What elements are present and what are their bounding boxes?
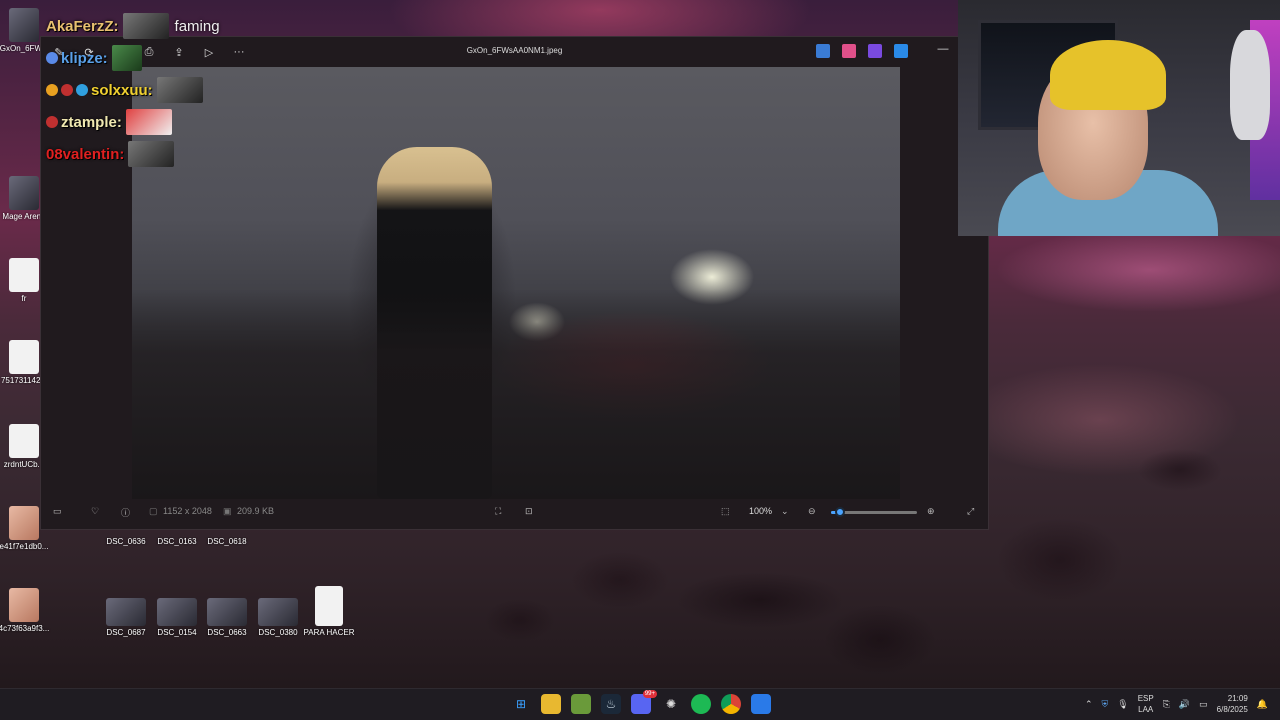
notifications-icon[interactable]: 🔔	[1257, 699, 1268, 710]
actual-size-icon[interactable]: ⬚	[721, 506, 730, 517]
info-icon[interactable]: ⓘ	[121, 506, 130, 519]
viewer-app-shortcuts	[816, 44, 908, 58]
photos-app-icon[interactable]	[751, 694, 771, 714]
zoom-level-dropdown[interactable]: 100%	[749, 506, 772, 516]
image-file-icon	[9, 8, 39, 42]
streamer-webcam	[958, 0, 1280, 236]
designer-icon[interactable]	[816, 44, 830, 58]
emote-image	[111, 45, 142, 71]
battery-icon[interactable]: ▭	[1199, 699, 1208, 710]
chat-username: klipze:	[61, 49, 108, 67]
file-size-icon: ▣	[223, 506, 232, 516]
document-icon	[9, 258, 39, 292]
photo-crowd	[132, 289, 900, 499]
stream-chat-overlay: AkaFerzZ: faming klipze: solxxuu: ztampl…	[46, 10, 220, 170]
image-thumbnail-icon	[106, 598, 146, 626]
steam-icon[interactable]: ♨	[601, 694, 621, 714]
network-icon[interactable]: ⎘	[1163, 699, 1170, 710]
chat-username: ztample:	[61, 113, 122, 131]
fit-to-window-icon[interactable]: ⛶	[495, 506, 501, 517]
taskbar-apps: ⊞ ♨ 99+ ✺	[511, 690, 771, 714]
discord-icon[interactable]: 99+	[631, 690, 657, 714]
desktop-file-dsc0618[interactable]: DSC_0618	[197, 535, 257, 546]
volume-icon[interactable]: 🔊	[1179, 699, 1190, 710]
chrome-icon[interactable]	[721, 694, 741, 714]
emote-image	[125, 109, 172, 135]
filmstrip-icon[interactable]: ▭	[53, 506, 62, 517]
game-shortcut-icon	[9, 176, 39, 210]
start-menu-icon[interactable]: ⊞	[511, 694, 531, 714]
blank-file-icon	[9, 424, 39, 458]
chat-badge-icon	[46, 116, 58, 128]
photos-app-icon[interactable]	[868, 44, 882, 58]
chat-username: 08valentin:	[46, 145, 125, 163]
chat-username: solxxuu:	[91, 81, 153, 99]
chat-badge-icon	[46, 52, 58, 64]
system-tray: ⌃ ⛨ 🎙 ESP LAA ⎘ 🔊 ▭ 21:09 6/8/2025 🔔	[1085, 693, 1268, 715]
openai-icon[interactable]: ✺	[661, 694, 681, 714]
image-thumbnail-icon	[157, 598, 197, 626]
zoom-in-icon[interactable]: ⊕	[927, 506, 935, 517]
chat-badge-icon	[46, 84, 58, 96]
file-explorer-icon[interactable]	[541, 694, 561, 714]
notification-badge: 99+	[642, 690, 657, 698]
emote-image	[156, 77, 203, 103]
chat-message: ztample:	[46, 106, 220, 138]
image-thumbnail-icon	[207, 598, 247, 626]
chevron-down-icon[interactable]: ⌄	[781, 506, 789, 517]
webcam-headphones	[1230, 30, 1270, 140]
defender-icon[interactable]: ⛨	[1101, 699, 1108, 710]
spotify-icon[interactable]	[691, 694, 711, 714]
emote-image	[128, 141, 175, 167]
webcam-streamer-hat	[1050, 40, 1166, 110]
dimensions-icon: ▢	[149, 506, 158, 516]
chevron-up-icon[interactable]: ⌃	[1085, 699, 1093, 710]
zoom-slider-thumb[interactable]	[835, 507, 845, 517]
favorite-heart-icon[interactable]: ♡	[91, 506, 99, 517]
emote-image	[122, 13, 169, 39]
chat-message: 08valentin:	[46, 138, 220, 170]
image-file-size: 209.9 KB	[237, 506, 275, 516]
chat-badge-icon	[76, 84, 88, 96]
image-thumbnail-icon	[258, 598, 298, 626]
clock[interactable]: 21:09 6/8/2025	[1217, 693, 1248, 715]
desktop-file-para-hacer[interactable]: PARA HACER	[299, 586, 359, 637]
chat-message: solxxuu:	[46, 74, 220, 106]
chat-message: klipze:	[46, 42, 220, 74]
zoom-out-icon[interactable]: ⊖	[808, 506, 816, 517]
displayed-photo[interactable]	[132, 67, 900, 499]
clipchamp-icon[interactable]	[842, 44, 856, 58]
blank-file-icon	[315, 586, 343, 626]
chat-text: faming	[174, 17, 220, 35]
image-file-icon	[9, 588, 39, 622]
zoom-slider[interactable]	[831, 507, 917, 517]
chat-username: AkaFerzZ:	[46, 17, 119, 35]
chat-message: AkaFerzZ: faming	[46, 10, 220, 42]
onedrive-icon[interactable]	[894, 44, 908, 58]
desktop-icon-4c73f63a9f3[interactable]: 4c73f63a9f3...	[0, 588, 54, 633]
image-file-icon	[9, 340, 39, 374]
crop-icon[interactable]: ⊡	[525, 506, 533, 517]
language-indicator[interactable]: ESP LAA	[1138, 693, 1154, 715]
taskbar: ⊞ ♨ 99+ ✺ ⌃ ⛨ 🎙 ESP LAA ⎘ 🔊 ▭ 21:09 6/8/…	[0, 688, 1280, 720]
chat-badge-icon	[61, 84, 73, 96]
microphone-icon[interactable]: 🎙	[1117, 699, 1128, 710]
minecraft-icon[interactable]	[571, 694, 591, 714]
image-dimensions: 1152 x 2048	[163, 506, 212, 516]
minimize-icon[interactable]: —	[936, 43, 950, 56]
viewer-status-bar: ▭ ♡ ⓘ ▢ 1152 x 2048 ▣ 209.9 KB ⛶ ⊡ ⬚ 100…	[41, 497, 988, 529]
image-file-icon	[9, 506, 39, 540]
fullscreen-icon[interactable]: ⤢	[967, 506, 974, 517]
